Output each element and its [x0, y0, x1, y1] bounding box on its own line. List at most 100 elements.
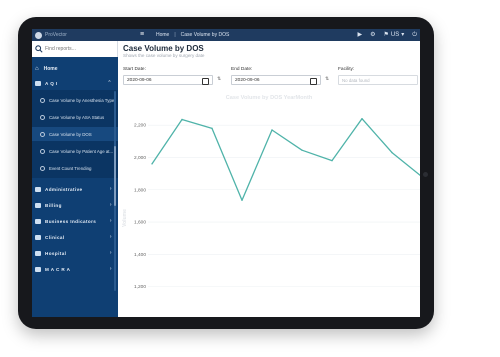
- chart-area: 1,0001,2001,4001,6001,8002,0002,200Volum…: [118, 101, 420, 317]
- top-bar: ProVector ≡ Home | Case Volume by DOS ▶ …: [32, 29, 420, 41]
- aqi-submenu: Case Volume by Anesthesia Type Case Volu…: [32, 90, 118, 178]
- page-title: Case Volume by DOS: [123, 44, 204, 53]
- data-point: [241, 199, 243, 201]
- sidebar-item-case-volume-anesthesia-type[interactable]: Case Volume by Anesthesia Type: [32, 93, 118, 107]
- sidebar-item-home[interactable]: ⌂ Home: [32, 63, 118, 75]
- data-point: [301, 149, 303, 151]
- y-tick-label: 2,000: [134, 155, 146, 161]
- sidebar-item-label: Home: [43, 66, 58, 72]
- bullet-icon: [40, 165, 45, 171]
- bullet-icon: [40, 97, 45, 103]
- chevron-right-icon: ›: [109, 234, 112, 240]
- gear-icon[interactable]: ⚙: [370, 31, 375, 39]
- play-icon[interactable]: ▶: [357, 31, 362, 39]
- chevron-down-icon: ▾: [401, 32, 405, 38]
- sidebar-item-label: Case Volume by Patient Age at...: [49, 148, 114, 154]
- facility-select[interactable]: No data found: [338, 75, 418, 85]
- end-date-value: 2020-09-06: [235, 77, 260, 83]
- chevron-right-icon: ›: [109, 250, 112, 256]
- breadcrumb-home[interactable]: Home: [156, 32, 169, 38]
- search-icon: [35, 45, 43, 53]
- sidebar-item-case-volume-dos[interactable]: Case Volume by DOS: [32, 127, 118, 141]
- line-chart: 1,0001,2001,4001,6001,8002,0002,200Volum…: [122, 117, 420, 317]
- sidebar-item-label: Case Volume by ASA Status: [49, 114, 105, 120]
- chevron-right-icon: ›: [109, 202, 112, 208]
- sidebar-group-administrative[interactable]: Administrative ›: [32, 183, 118, 195]
- sidebar-group-label: Administrative: [45, 186, 83, 192]
- sidebar-item-event-count-trending[interactable]: Event Count Trending: [32, 161, 118, 175]
- bullet-icon: [40, 114, 45, 120]
- language-selector[interactable]: ⚑ US ▾: [384, 31, 405, 39]
- logo-icon: [35, 31, 42, 39]
- calendar-icon[interactable]: [310, 78, 317, 85]
- swap-icon[interactable]: ⇅: [217, 76, 221, 82]
- search-input[interactable]: [45, 44, 113, 54]
- calendar-icon[interactable]: [202, 78, 209, 85]
- data-point: [331, 159, 333, 162]
- language-label: US: [390, 32, 400, 38]
- data-point: [361, 117, 363, 120]
- folder-icon: [35, 250, 41, 256]
- report-search: [32, 41, 118, 57]
- facility-label: Facility:: [338, 67, 355, 72]
- brand-name: ProVector: [45, 32, 67, 38]
- y-tick-label: 1,200: [134, 284, 146, 290]
- sidebar-group-clinical[interactable]: Clinical ›: [32, 231, 118, 243]
- sidebar-item-case-volume-asa-status[interactable]: Case Volume by ASA Status: [32, 110, 118, 124]
- sidebar-group-label: Clinical: [45, 234, 65, 240]
- sidebar-group-label: Billing: [45, 202, 62, 208]
- start-date-value: 2020-09-06: [127, 77, 152, 83]
- data-point: [151, 163, 153, 165]
- sidebar-group-macra[interactable]: M A C R A ›: [32, 263, 118, 275]
- y-tick-label: 1,400: [134, 252, 146, 258]
- sidebar-item-label: Case Volume by DOS: [49, 131, 92, 137]
- sidebar-group-aqi[interactable]: A Q I ⌃: [32, 77, 118, 89]
- start-date-field[interactable]: 2020-09-06: [123, 75, 213, 85]
- data-point: [181, 118, 183, 121]
- sidebar-group-hospital[interactable]: Hospital ›: [32, 247, 118, 259]
- folder-icon: [35, 266, 41, 272]
- y-tick-label: 1,600: [134, 220, 146, 226]
- main-content: Case Volume by DOS Shows the case volume…: [118, 41, 420, 317]
- breadcrumb: Home | Case Volume by DOS: [156, 32, 229, 38]
- page-subtitle: Shows the case volume by surgery date: [123, 53, 205, 58]
- facility-placeholder: No data found: [342, 77, 370, 83]
- folder-icon: [35, 234, 41, 240]
- data-point: [391, 151, 393, 154]
- data-point: [211, 127, 213, 130]
- chevron-up-icon: ⌃: [107, 80, 112, 86]
- end-date-label: End Date:: [231, 67, 253, 72]
- scrollbar-thumb[interactable]: [114, 146, 116, 206]
- swap-icon[interactable]: ⇅: [325, 76, 329, 82]
- sidebar-group-label: M A C R A: [45, 266, 71, 272]
- bullet-icon: [40, 148, 45, 154]
- series-line: [151, 118, 420, 201]
- breadcrumb-current: Case Volume by DOS: [180, 32, 230, 38]
- end-date-field[interactable]: 2020-09-06: [231, 75, 321, 85]
- tablet-frame: ProVector ≡ Home | Case Volume by DOS ▶ …: [18, 17, 434, 329]
- folder-icon: [35, 202, 41, 208]
- folder-icon: [35, 186, 41, 192]
- sidebar-item-case-volume-patient-age[interactable]: Case Volume by Patient Age at...: [32, 144, 118, 158]
- sidebar-scrollbar[interactable]: [114, 91, 116, 291]
- brand-logo[interactable]: ProVector: [35, 31, 67, 39]
- folder-icon: [35, 80, 41, 86]
- chevron-right-icon: ›: [109, 266, 112, 272]
- folder-icon: [35, 218, 41, 224]
- y-tick-label: 1,800: [134, 187, 146, 193]
- app-screen: ProVector ≡ Home | Case Volume by DOS ▶ …: [32, 29, 420, 317]
- sidebar-item-label: Case Volume by Anesthesia Type: [49, 97, 115, 103]
- flag-icon: ⚑: [383, 32, 389, 38]
- sidebar-group-label: Business Indicators: [45, 218, 97, 224]
- sidebar-item-label: Event Count Trending: [49, 165, 92, 171]
- topbar-actions: ▶ ⚙ ⚑ US ▾ ⏻: [357, 31, 417, 39]
- sidebar-group-billing[interactable]: Billing ›: [32, 199, 118, 211]
- sidebar-group-business-indicators[interactable]: Business Indicators ›: [32, 215, 118, 227]
- sidebar-group-label: Hospital: [45, 250, 67, 256]
- sidebar: ⌂ Home A Q I ⌃ Case Volume by Anesthesia…: [32, 41, 118, 317]
- logout-icon[interactable]: ⏻: [412, 31, 417, 39]
- sidebar-group-label: A Q I: [45, 80, 58, 86]
- camera-dot: [423, 172, 428, 177]
- hamburger-icon[interactable]: ≡: [140, 31, 144, 39]
- y-axis-label: Volume: [122, 209, 128, 227]
